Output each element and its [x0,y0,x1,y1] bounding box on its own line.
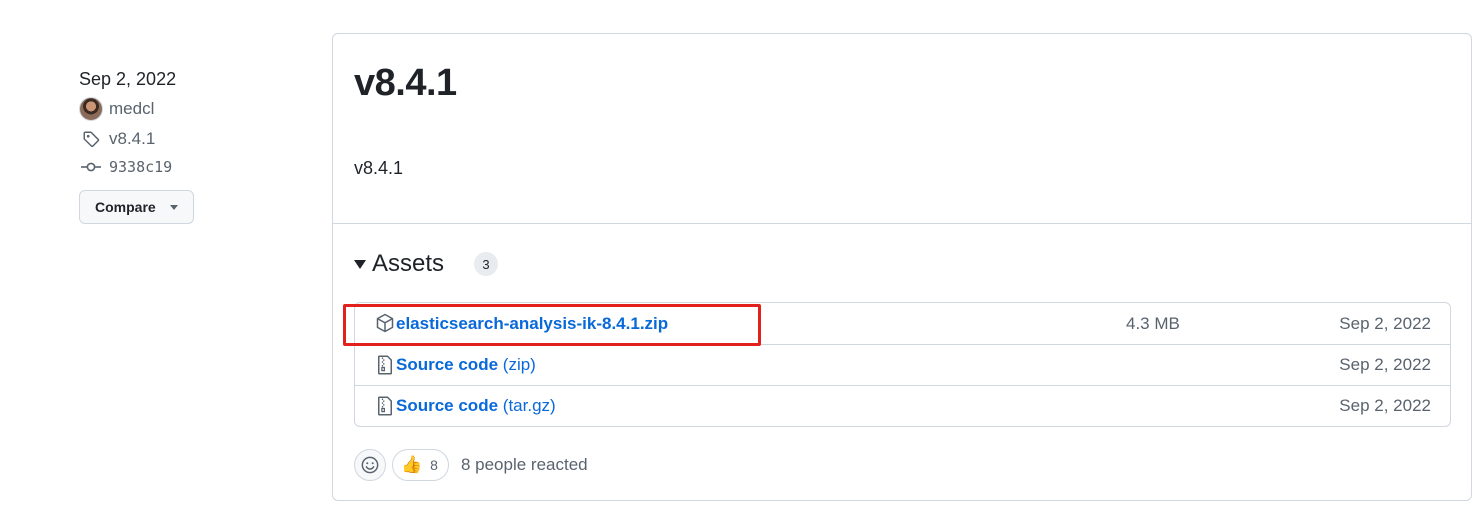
caret-down-icon [169,204,178,210]
triangle-down-icon [354,259,366,269]
assets-label: Assets [372,250,445,277]
commit-row[interactable]: 9338c19 [79,154,279,180]
reaction-summary: 8 people reacted [460,455,588,474]
thumbs-up-reaction-button[interactable]: 👍 8 [392,449,449,481]
smiley-icon [361,456,379,474]
divider [333,223,1471,224]
asset-date: Sep 2, 2022 [1339,396,1431,415]
reaction-count: 8 [430,457,438,473]
asset-date: Sep 2, 2022 [1339,313,1431,333]
assets-count-badge: 3 [474,252,499,276]
commit-sha[interactable]: 9338c19 [109,158,172,176]
avatar[interactable] [79,97,103,121]
asset-date: Sep 2, 2022 [1339,355,1431,374]
release-body: v8.4.1 [354,158,404,178]
author-row[interactable]: medcl [79,96,279,122]
thumbs-up-icon: 👍 [401,455,423,474]
reactions-bar: 👍 8 8 people reacted [354,449,588,481]
compare-button[interactable]: Compare [79,190,194,224]
asset-size: 4.3 MB [1126,313,1180,333]
asset-row: elasticsearch-analysis-ik-8.4.1.zip 4.3 … [355,303,1450,344]
author-name[interactable]: medcl [109,99,154,119]
tag-row[interactable]: v8.4.1 [79,126,279,152]
asset-link-zip-package[interactable]: elasticsearch-analysis-ik-8.4.1.zip [396,314,668,334]
file-zip-icon [375,396,395,416]
asset-link-source-zip[interactable]: Source code (zip) [396,355,536,375]
assets-toggle[interactable]: Assets 3 [354,250,499,278]
asset-row: Source code (zip) Sep 2, 2022 [355,344,1450,385]
tag-icon [79,127,103,151]
file-zip-icon [375,355,395,375]
release-card: v8.4.1 v8.4.1 Assets 3 elasticsearch-ana… [332,33,1472,501]
asset-link-source-targz[interactable]: Source code (tar.gz) [396,396,556,416]
package-icon [375,313,395,333]
add-reaction-button[interactable] [354,449,386,481]
release-title[interactable]: v8.4.1 [354,62,457,105]
assets-list: elasticsearch-analysis-ik-8.4.1.zip 4.3 … [354,302,1451,427]
commit-icon [79,155,103,179]
tag-name[interactable]: v8.4.1 [109,129,155,149]
asset-row: Source code (tar.gz) Sep 2, 2022 [355,385,1450,426]
compare-label: Compare [95,199,156,215]
release-date: Sep 2, 2022 [79,69,177,89]
release-meta: Sep 2, 2022 medcl v8.4.1 9338c19 Compare [79,66,279,224]
